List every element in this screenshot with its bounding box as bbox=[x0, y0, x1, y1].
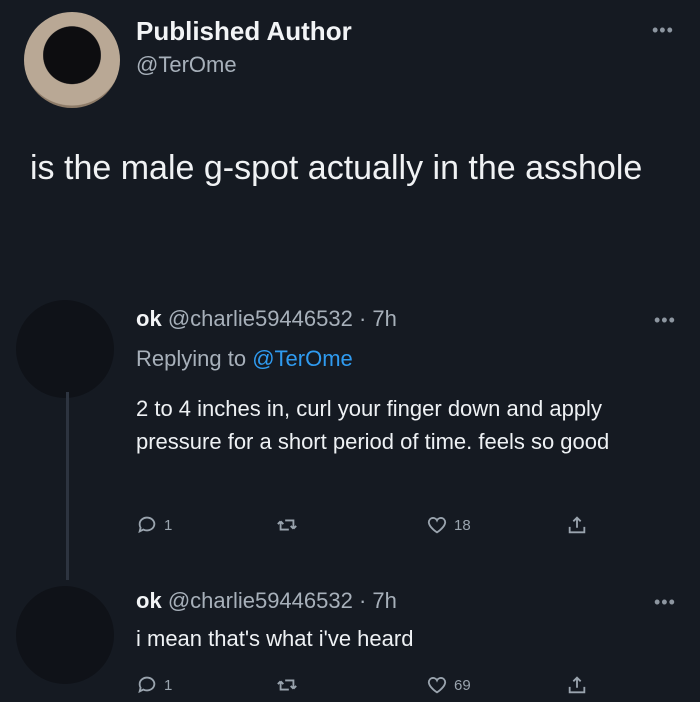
like-action[interactable]: 18 bbox=[426, 514, 471, 536]
post-text: is the male g-spot actually in the assho… bbox=[30, 149, 643, 187]
reply-meta: ok @charlie59446532 · 7h bbox=[136, 588, 397, 614]
retweet-action[interactable] bbox=[276, 674, 298, 696]
reply-action[interactable]: 1 bbox=[136, 674, 172, 696]
author-avatar[interactable] bbox=[24, 12, 120, 108]
reply-author-name[interactable]: ok bbox=[136, 306, 162, 331]
author-name[interactable]: Published Author bbox=[136, 16, 352, 47]
reply-author-name[interactable]: ok bbox=[136, 588, 162, 613]
reply-author-handle[interactable]: @charlie59446532 bbox=[168, 306, 353, 331]
reply-action[interactable]: 1 bbox=[136, 514, 172, 536]
reply-text: i mean that's what i've heard bbox=[136, 626, 414, 651]
reply-count: 1 bbox=[164, 516, 173, 534]
share-action[interactable] bbox=[566, 674, 588, 696]
like-count: 69 bbox=[454, 676, 471, 694]
reply-actions: 1 69 bbox=[136, 674, 606, 702]
thread-line bbox=[66, 392, 69, 580]
more-options-icon[interactable]: ••• bbox=[652, 20, 674, 41]
reply-avatar[interactable] bbox=[16, 586, 114, 684]
retweet-icon bbox=[277, 519, 297, 531]
share-icon bbox=[568, 516, 586, 534]
more-options-icon[interactable]: ••• bbox=[654, 310, 676, 331]
share-icon bbox=[568, 676, 586, 694]
reply-avatar[interactable] bbox=[16, 300, 114, 398]
heart-icon bbox=[427, 677, 447, 694]
more-options-icon[interactable]: ••• bbox=[654, 592, 676, 613]
meta-separator: · bbox=[358, 588, 367, 613]
retweet-action[interactable] bbox=[276, 514, 298, 536]
like-count: 18 bbox=[454, 516, 471, 534]
reply-meta: ok @charlie59446532 · 7h bbox=[136, 306, 397, 332]
replying-to-label: Replying to bbox=[136, 346, 247, 371]
share-action[interactable] bbox=[566, 514, 588, 536]
reply-time[interactable]: 7h bbox=[372, 306, 396, 331]
retweet-icon bbox=[277, 679, 297, 691]
reply-author-handle[interactable]: @charlie59446532 bbox=[168, 588, 353, 613]
like-action[interactable]: 69 bbox=[426, 674, 471, 696]
replying-to-mention[interactable]: @TerOme bbox=[252, 346, 353, 371]
reply-actions: 1 18 bbox=[136, 514, 606, 542]
post-header: Published Author @TerOme ••• bbox=[24, 10, 676, 108]
reply-icon bbox=[138, 516, 156, 534]
author-handle[interactable]: @TerOme bbox=[136, 52, 237, 78]
reply-count: 1 bbox=[164, 676, 173, 694]
reply-icon bbox=[138, 676, 156, 694]
meta-separator: · bbox=[358, 306, 367, 331]
replying-to: Replying to @TerOme bbox=[136, 346, 353, 372]
reply-text: 2 to 4 inches in, curl your finger down … bbox=[136, 396, 610, 454]
heart-icon bbox=[427, 517, 447, 534]
reply-time[interactable]: 7h bbox=[372, 588, 396, 613]
